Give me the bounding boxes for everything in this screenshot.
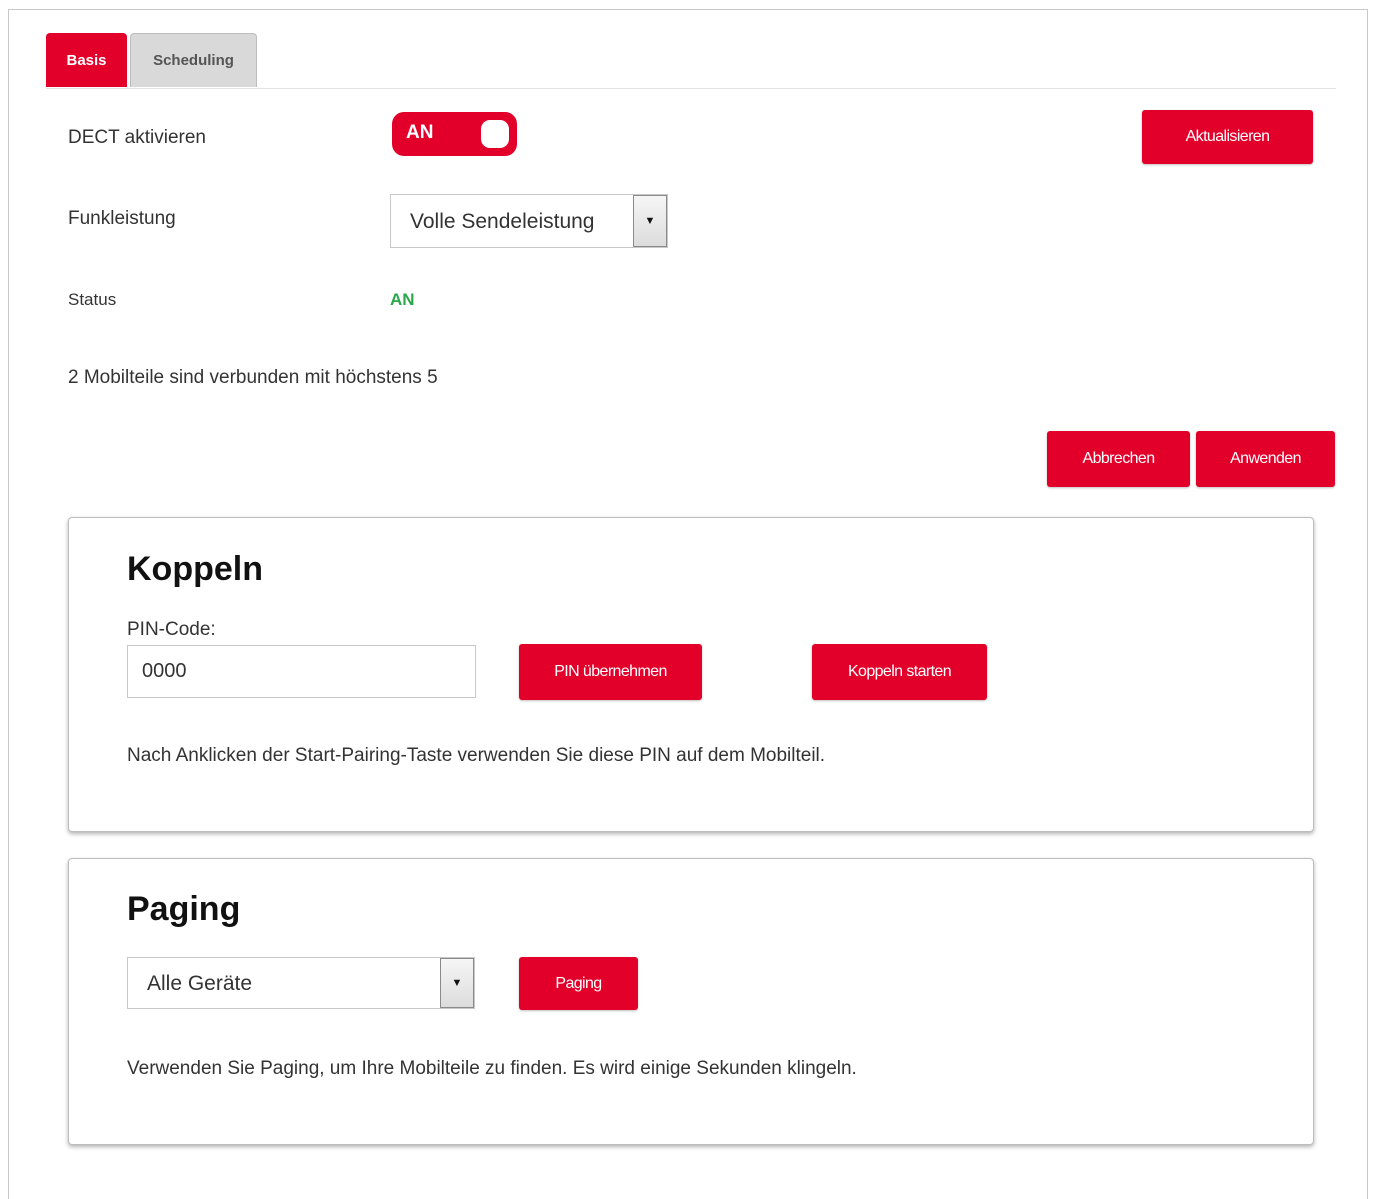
- apply-button[interactable]: Anwenden: [1196, 431, 1335, 487]
- mobile-info: 2 Mobilteile sind verbunden mit höchsten…: [68, 367, 438, 388]
- pin-apply-button[interactable]: PIN übernehmen: [519, 644, 702, 700]
- chevron-down-icon[interactable]: ▼: [440, 958, 474, 1008]
- refresh-button[interactable]: Aktualisieren: [1142, 110, 1313, 164]
- cancel-button[interactable]: Abbrechen: [1047, 431, 1190, 487]
- koppeln-title: Koppeln: [127, 550, 263, 588]
- status-label: Status: [68, 290, 117, 309]
- paging-title: Paging: [127, 890, 241, 928]
- tab-scheduling[interactable]: Scheduling: [130, 33, 257, 87]
- paging-card: Paging Alle Geräte ▼ Paging Verwenden Si…: [68, 858, 1314, 1145]
- pin-label: PIN-Code:: [127, 619, 216, 640]
- tab-bar: Basis Scheduling: [46, 33, 1336, 89]
- dect-label: DECT aktivieren: [68, 127, 206, 148]
- start-pairing-button[interactable]: Koppeln starten: [812, 644, 987, 700]
- toggle-knob: [481, 120, 509, 148]
- toggle-text: AN: [406, 122, 434, 143]
- pin-input[interactable]: [127, 645, 476, 698]
- paging-device-select[interactable]: Alle Geräte ▼: [127, 957, 475, 1009]
- dect-toggle[interactable]: AN: [392, 112, 517, 156]
- paging-button[interactable]: Paging: [519, 957, 638, 1010]
- funk-select-value: Volle Sendeleistung: [410, 210, 595, 233]
- koppeln-card: Koppeln PIN-Code: PIN übernehmen Koppeln…: [68, 517, 1314, 832]
- status-value: AN: [390, 290, 415, 309]
- paging-select-value: Alle Geräte: [147, 972, 253, 995]
- funk-label: Funkleistung: [68, 208, 176, 229]
- tab-basis[interactable]: Basis: [46, 33, 127, 87]
- paging-info: Verwenden Sie Paging, um Ihre Mobilteile…: [127, 1058, 857, 1079]
- funk-select[interactable]: Volle Sendeleistung ▼: [390, 194, 668, 248]
- koppeln-info: Nach Anklicken der Start-Pairing-Taste v…: [127, 745, 826, 766]
- chevron-down-icon[interactable]: ▼: [633, 195, 667, 247]
